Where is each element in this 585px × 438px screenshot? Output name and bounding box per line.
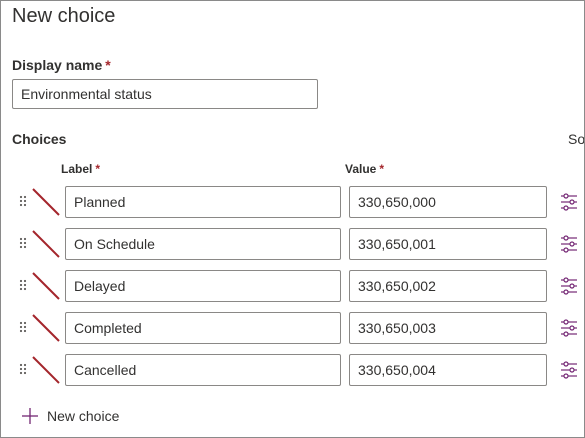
drag-handle-icon[interactable] bbox=[18, 363, 28, 377]
choice-label-input[interactable]: Delayed bbox=[65, 270, 341, 302]
settings-sliders-icon[interactable] bbox=[559, 192, 579, 212]
value-column-header: Value * bbox=[345, 161, 384, 177]
required-mark: * bbox=[379, 162, 385, 176]
required-mark: * bbox=[105, 57, 111, 73]
label-column-header-text: Label bbox=[61, 162, 93, 176]
choice-row: On Schedule 330,650,001 bbox=[1, 228, 584, 260]
settings-sliders-icon[interactable] bbox=[559, 234, 579, 254]
choice-row: Delayed 330,650,002 bbox=[1, 270, 584, 302]
choice-row: Completed 330,650,003 bbox=[1, 312, 584, 344]
plus-icon bbox=[22, 408, 38, 424]
choice-label-input[interactable]: On Schedule bbox=[65, 228, 341, 260]
display-name-label: Display name * bbox=[12, 56, 111, 74]
settings-sliders-icon[interactable] bbox=[559, 318, 579, 338]
choice-label-input[interactable]: Cancelled bbox=[65, 354, 341, 386]
settings-sliders-icon[interactable] bbox=[559, 276, 579, 296]
display-name-label-text: Display name bbox=[12, 57, 103, 73]
choice-value-input[interactable]: 330,650,004 bbox=[349, 354, 547, 386]
drag-handle-icon[interactable] bbox=[18, 321, 28, 335]
choices-heading: Choices bbox=[12, 131, 67, 147]
choice-value-input[interactable]: 330,650,000 bbox=[349, 186, 547, 218]
value-column-header-text: Value bbox=[345, 162, 377, 176]
add-new-choice-label: New choice bbox=[47, 408, 120, 424]
choice-value-input[interactable]: 330,650,002 bbox=[349, 270, 547, 302]
display-name-input[interactable]: Environmental status bbox=[12, 79, 318, 109]
choice-row: Cancelled 330,650,004 bbox=[1, 354, 584, 386]
add-new-choice-button[interactable]: New choice bbox=[21, 404, 119, 428]
drag-handle-icon[interactable] bbox=[18, 195, 28, 209]
drag-handle-icon[interactable] bbox=[18, 279, 28, 293]
sort-heading-truncated: So bbox=[568, 131, 585, 147]
panel-title: New choice bbox=[12, 5, 116, 27]
no-color-swatch-icon[interactable] bbox=[31, 271, 61, 301]
required-mark: * bbox=[95, 162, 101, 176]
choice-label-input[interactable]: Planned bbox=[65, 186, 341, 218]
choice-value-input[interactable]: 330,650,001 bbox=[349, 228, 547, 260]
label-column-header: Label * bbox=[61, 161, 100, 177]
drag-handle-icon[interactable] bbox=[18, 237, 28, 251]
choice-value-input[interactable]: 330,650,003 bbox=[349, 312, 547, 344]
choice-label-input[interactable]: Completed bbox=[65, 312, 341, 344]
new-choice-panel: New choice Display name * Environmental s… bbox=[0, 0, 585, 438]
choice-row: Planned 330,650,000 bbox=[1, 186, 584, 218]
no-color-swatch-icon[interactable] bbox=[31, 355, 61, 385]
no-color-swatch-icon[interactable] bbox=[31, 229, 61, 259]
settings-sliders-icon[interactable] bbox=[559, 360, 579, 380]
no-color-swatch-icon[interactable] bbox=[31, 313, 61, 343]
no-color-swatch-icon[interactable] bbox=[31, 187, 61, 217]
